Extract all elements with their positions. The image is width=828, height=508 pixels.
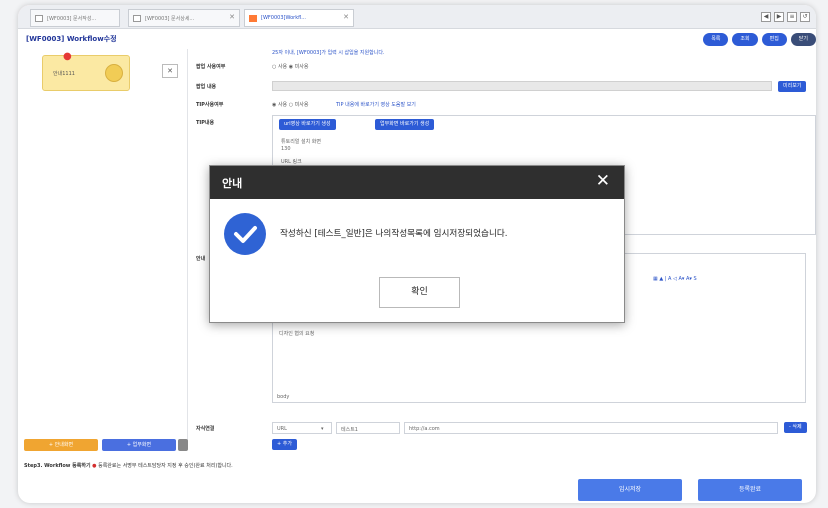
editor-toolbar-icons[interactable]: ▦ ▲ | A ◁ A▾ A▾ S [653, 276, 697, 282]
tab-1[interactable]: [WF0003] 문서작성... [30, 9, 120, 27]
menu-icon[interactable]: ≡ [787, 12, 797, 22]
step-title: Step3. Workflow 등록하기 [24, 463, 91, 469]
link-delete-button[interactable]: - 삭제 [784, 422, 807, 433]
list-button[interactable]: 목록 [703, 33, 729, 46]
required-icon: ● [92, 463, 97, 469]
popup-content-input[interactable] [272, 81, 772, 91]
body-tag: body [277, 394, 290, 400]
title-row: [WF0003] Workflow수정 목록 조회 편집 닫기 [18, 31, 816, 49]
add-work-screen-button[interactable]: + 업무화면 [102, 439, 176, 451]
tip-content-label: TIP내용 [196, 120, 215, 126]
tab-bar: [WF0003] 문서작성... [WF0003] 문서상세... ✕ [WF0… [18, 5, 816, 29]
page-icon [35, 15, 43, 22]
tip-text-line: 130 [281, 146, 291, 152]
guide-text: 디자인 협의 요청 [279, 331, 315, 337]
tab-close-icon[interactable]: ✕ [343, 13, 349, 21]
card-circle-icon [105, 64, 123, 82]
popup-content-label: 팝업 내용 [196, 84, 217, 90]
view-button[interactable]: 조회 [732, 33, 758, 46]
link-type-value: URL [277, 426, 287, 432]
tip-use-label: TIP사용여부 [196, 102, 224, 108]
tip-text-line: URL 링크 [281, 159, 302, 165]
guide-label: 안내 [196, 256, 206, 262]
tab-label: [WF0003]Workfl... [261, 15, 307, 21]
link-name-value: 테스트1 [341, 427, 358, 433]
tab-close-icon[interactable]: ✕ [229, 13, 235, 21]
check-circle-icon [224, 213, 266, 255]
temp-save-button[interactable]: 임시저장 [578, 479, 682, 501]
step-note: 등록완료는 서명부 테스트담당자 지정 후 승인(완료 처리)합니다. [98, 463, 233, 469]
popup-use-label: 팝업 사용여부 [196, 64, 226, 70]
page-icon [133, 15, 141, 22]
tip-text-line: 튜토리얼 설치 화면 [281, 139, 321, 145]
step-row: Step3. Workflow 등록하기 ● 등록완료는 서명부 테스트담당자 … [18, 459, 816, 473]
tab-2[interactable]: [WF0003] 문서상세... ✕ [128, 9, 240, 27]
page-icon [249, 15, 257, 22]
add-guide-screen-button[interactable]: + 안내화면 [24, 439, 98, 451]
link-label: 자식연결 [196, 426, 215, 432]
work-shortcut-button[interactable]: 업무화면 바로가기 생성 [375, 119, 435, 130]
edit-button[interactable]: 편집 [761, 33, 787, 46]
tab-label: [WF0003] 문서작성... [47, 16, 97, 22]
link-add-button[interactable]: + 추가 [272, 439, 297, 450]
dialog-title: 안내 [222, 177, 243, 190]
tab-label: [WF0003] 문서상세... [145, 16, 195, 22]
dialog-message: 작성하신 [테스트_일반]은 나의작성목록에 임시저장되었습니다. [280, 229, 508, 239]
close-icon[interactable]: ✕ [596, 171, 610, 191]
link-type-select[interactable]: URL ▾ [272, 422, 332, 434]
window-controls: ◀ ▶ ≡ ↺ [761, 12, 810, 22]
notice-dialog: 안내 ✕ 작성하신 [테스트_일반]은 나의작성목록에 임시저장되었습니다. 확… [209, 165, 625, 323]
extra-icon[interactable] [178, 439, 188, 451]
link-name-input[interactable]: 테스트1 [336, 422, 400, 434]
page-title: [WF0003] Workflow수정 [26, 35, 117, 43]
link-url-value: http://a.com [409, 426, 440, 432]
preview-button[interactable]: 미리보기 [778, 81, 807, 92]
link-url-input[interactable]: http://a.com [404, 422, 778, 434]
dialog-header: 안내 ✕ [210, 166, 624, 199]
register-complete-button[interactable]: 등록완료 [698, 479, 802, 501]
tip-use-radios[interactable]: ◉ 사용 ○ 미사용 [272, 101, 309, 108]
next-icon[interactable]: ▶ [774, 12, 784, 22]
tab-3-active[interactable]: [WF0003]Workfl... ✕ [244, 9, 354, 27]
confirm-button[interactable]: 확인 [379, 277, 460, 308]
chevron-down-icon: ▾ [321, 426, 324, 432]
top-buttons: 목록 조회 편집 닫기 [703, 33, 816, 46]
location-pin-icon: ● [63, 51, 72, 62]
close-button[interactable]: 닫기 [790, 33, 816, 46]
workflow-card[interactable]: ● 안내1111 [42, 51, 130, 91]
card-remove-icon[interactable]: ✕ [162, 64, 178, 78]
top-note: 25자 이내, [WF0003]가 입력 시 삽입을 지원합니다. [272, 50, 385, 56]
url-shortcut-button[interactable]: url영상 바로가기 생성 [279, 119, 336, 130]
workflow-canvas: ● 안내1111 ✕ [18, 49, 188, 441]
tip-help-link[interactable]: TIP 내용에 바로가기 영상 도움말 보기 [336, 101, 416, 108]
card-label: 안내1111 [53, 71, 75, 77]
popup-use-radios[interactable]: ○ 사용 ◉ 미사용 [272, 63, 309, 70]
history-icon[interactable]: ↺ [800, 12, 810, 22]
prev-icon[interactable]: ◀ [761, 12, 771, 22]
